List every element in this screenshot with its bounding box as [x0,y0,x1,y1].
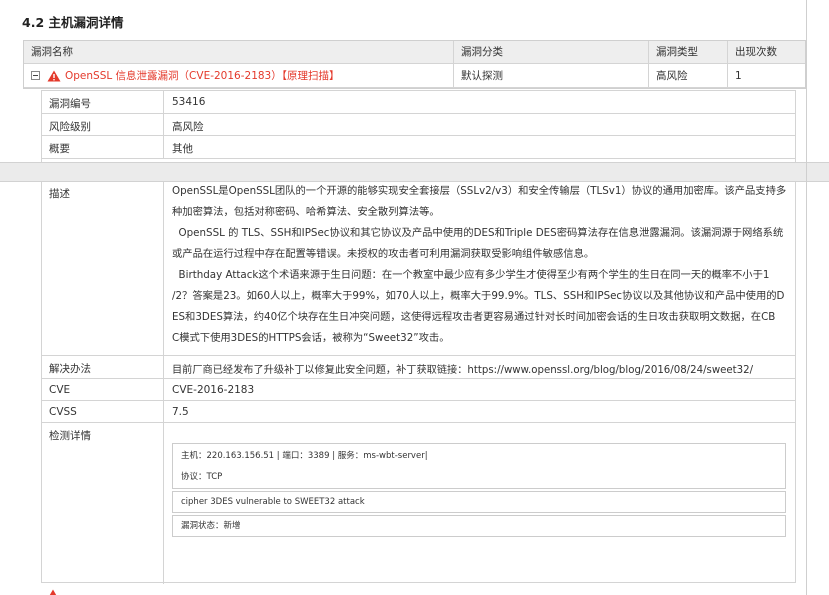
header-vuln-name: 漏洞名称 [24,41,454,63]
detection-protocol-line: 协议：TCP [181,472,223,482]
detail-value: 其他 [172,143,193,155]
detail-value: CVE-2016-2183 [172,384,255,396]
detail-value: 53416 [172,96,206,108]
section-title: 4.2 主机漏洞详情 [22,15,124,30]
desc-line: Birthday Attack这个术语来源于生日问题：在一个教室中最少应有多少学… [172,269,770,281]
detail-label: CVSS [42,401,164,422]
desc-line: OpenSSL 的 TLS、SSH和IPSec协议和其它协议及产品中使用的DES… [172,227,784,239]
detail-row-solution: 解决办法 目前厂商已经发布了升级补丁以修复此安全问题，补丁获取链接：https:… [42,356,795,379]
report-page: 4.2 主机漏洞详情 漏洞名称 漏洞分类 漏洞类型 出现次数 OpenSSL 信… [0,0,829,595]
detail-value: 7.5 [172,406,189,418]
table-header: 漏洞名称 漏洞分类 漏洞类型 出现次数 [24,41,805,64]
table-row[interactable]: OpenSSL 信息泄露漏洞（CVE-2016-2183）【原理扫描】 默认探测… [24,64,805,88]
vuln-table: 漏洞名称 漏洞分类 漏洞类型 出现次数 OpenSSL 信息泄露漏洞（CVE-2… [23,40,806,89]
page-break-divider [0,162,829,182]
detail-row-id: 漏洞编号 53416 [42,91,795,114]
vuln-name-link[interactable]: OpenSSL 信息泄露漏洞（CVE-2016-2183）【原理扫描】 [65,64,339,88]
vuln-category-cell: 默认探测 [454,64,649,87]
detection-message: cipher 3DES vulnerable to SWEET32 attack [181,497,365,507]
detail-row-cvss: CVSS 7.5 [42,401,795,423]
desc-line: 或产品在运行过程中存在配置等错误。未授权的攻击者可利用漏洞获取受影响组件敏感信息… [172,248,595,260]
desc-line: ES和3DES算法，约40亿个块存在生日冲突问题，这使得远程攻击者更容易通过针对… [172,311,776,323]
detection-message-box: cipher 3DES vulnerable to SWEET32 attack [172,491,786,513]
warning-triangle-icon [49,589,57,595]
header-vuln-type: 漏洞类型 [649,41,728,63]
detail-label: 描述 [42,181,164,355]
vuln-type-cell: 高风险 [649,64,728,87]
desc-line: /2？答案是23。如60人以上，概率大于99%，如70人以上，概率大于99.9%… [172,290,785,302]
desc-line: C模式下使用3DES的HTTPS会话，被称为“Sweet32”攻击。 [172,332,450,344]
description-text: OpenSSL是OpenSSL团队的一个开源的能够实现安全套接层（SSLv2/v… [172,181,787,349]
detail-row-risk: 风险级别 高风险 [42,114,795,136]
detail-label: 风险级别 [42,114,164,135]
header-vuln-category: 漏洞分类 [454,41,649,63]
desc-line: 种加密算法，包括对称密码、哈希算法、安全散列算法等。 [172,206,440,218]
detection-status-box: 漏洞状态：新增 [172,515,786,537]
collapse-minus-icon[interactable] [31,71,40,80]
vuln-name-cell[interactable]: OpenSSL 信息泄露漏洞（CVE-2016-2183）【原理扫描】 [24,64,454,87]
solution-text: 目前厂商已经发布了升级补丁以修复此安全问题，补丁获取链接：https://www… [172,365,754,376]
detection-host-box: 主机：220.163.156.51 | 端口：3389 | 服务：ms-wbt-… [172,443,786,489]
header-occurrence-count: 出现次数 [735,46,777,58]
detection-status: 漏洞状态：新增 [181,521,241,531]
detail-label: CVE [42,379,164,400]
warning-triangle-icon [47,70,61,81]
detail-row-description: 描述 OpenSSL是OpenSSL团队的一个开源的能够实现安全套接层（SSLv… [42,181,795,356]
detail-row-summary: 概要 其他 [42,136,795,159]
detail-label: 检测详情 [42,423,164,584]
detail-label: 解决办法 [42,356,164,378]
desc-line: OpenSSL是OpenSSL团队的一个开源的能够实现安全套接层（SSLv2/v… [172,185,787,197]
detection-host-line: 主机：220.163.156.51 | 端口：3389 | 服务：ms-wbt-… [181,451,428,461]
page-edge-line [806,0,807,595]
detail-label: 概要 [42,136,164,158]
detail-value: 高风险 [172,121,204,133]
detail-row-cve: CVE CVE-2016-2183 [42,379,795,401]
detail-row-detection: 检测详情 主机：220.163.156.51 | 端口：3389 | 服务：ms… [42,423,795,584]
occurrence-count-cell: 1 [735,70,742,82]
detail-label: 漏洞编号 [42,91,164,113]
